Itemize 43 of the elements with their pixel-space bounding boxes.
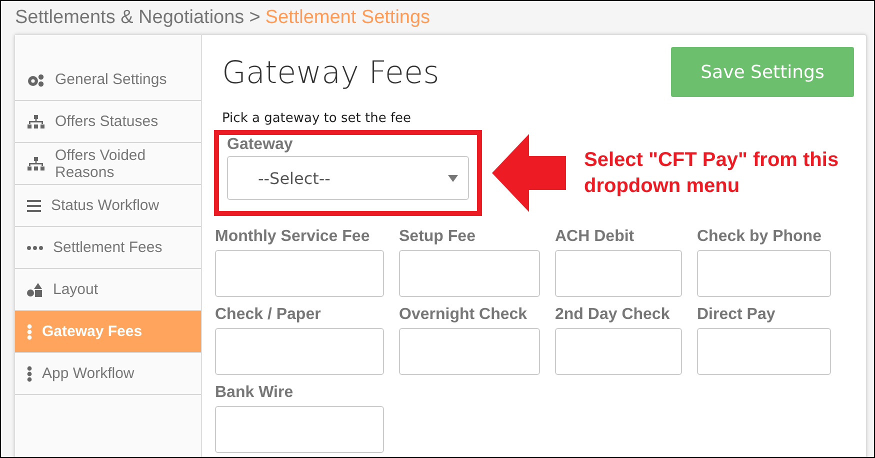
sidebar-item[interactable]: Settlement Fees xyxy=(15,227,201,269)
sidebar-item[interactable]: Offers Voided Reasons xyxy=(15,143,201,185)
vertical-dots-icon xyxy=(27,366,32,382)
sidebar-item[interactable]: General Settings xyxy=(15,59,201,101)
hint-text: Pick a gateway to set the fee xyxy=(222,111,412,126)
menu-icon xyxy=(27,200,41,212)
field-label: Setup Fee xyxy=(399,228,476,247)
gateway-dropdown[interactable]: --Select-- xyxy=(227,156,469,200)
breadcrumb-separator: > xyxy=(249,7,260,30)
input-field[interactable] xyxy=(555,250,682,297)
sidebar-item[interactable]: Offers Statuses xyxy=(15,101,201,143)
field-label: Overnight Check xyxy=(399,306,528,325)
input-field[interactable] xyxy=(697,328,831,375)
input-field[interactable] xyxy=(697,250,831,297)
sidebar-item[interactable]: Status Workflow xyxy=(15,185,201,227)
breadcrumb-current: Settlement Settings xyxy=(265,7,430,30)
dots-icon xyxy=(27,246,43,250)
sidebar-item[interactable]: App Workflow xyxy=(15,353,201,395)
input-field[interactable] xyxy=(555,328,682,375)
input-field[interactable] xyxy=(399,328,540,375)
sitemap-icon xyxy=(27,156,45,170)
field-label: ACH Debit xyxy=(555,228,636,247)
field-label: Direct Pay xyxy=(697,306,776,325)
page-title: Gateway Fees xyxy=(222,55,440,91)
field-label: 2nd Day Check xyxy=(555,306,671,325)
annotation-text: Select "CFT Pay" from this dropdown menu xyxy=(584,148,840,199)
breadcrumb-link[interactable]: Settlements & Negotiations xyxy=(15,7,244,34)
field-label: Check / Paper xyxy=(215,306,322,325)
sitemap-icon xyxy=(27,114,45,128)
input-field[interactable] xyxy=(215,406,384,453)
save-button[interactable]: Save Settings xyxy=(671,47,854,97)
vertical-dots-icon xyxy=(27,324,32,340)
gears-icon xyxy=(27,72,45,86)
input-field[interactable] xyxy=(215,328,384,375)
caret-icon xyxy=(448,174,458,182)
field-label: Monthly Service Fee xyxy=(215,228,371,247)
input-field[interactable] xyxy=(215,250,384,297)
field-label: Check by Phone xyxy=(697,228,822,247)
input-field[interactable] xyxy=(399,250,540,297)
field-label: Gateway xyxy=(227,136,294,154)
arrow-icon xyxy=(492,134,566,212)
field-label: Bank Wire xyxy=(215,384,294,403)
shapes-icon xyxy=(27,282,43,296)
